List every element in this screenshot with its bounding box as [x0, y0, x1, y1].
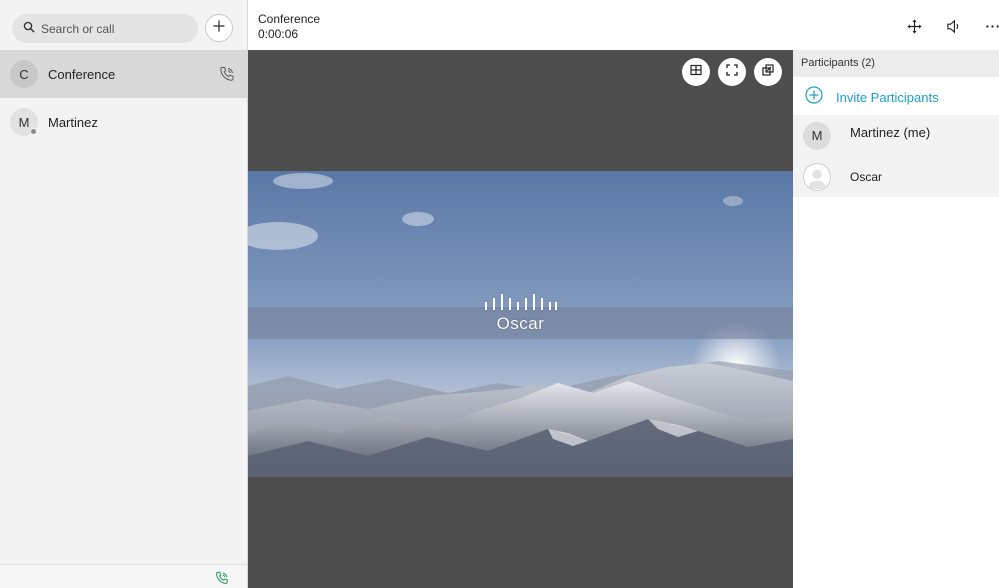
participants-panel-title: Participants (2)	[793, 50, 999, 77]
phone-icon[interactable]	[219, 66, 235, 82]
participant-video: Oscar	[248, 171, 793, 477]
video-stage: Oscar	[248, 50, 793, 588]
call-title: Conference	[258, 12, 321, 26]
invite-participants-button[interactable]: Invite Participants	[793, 79, 999, 115]
grid-layout-icon	[690, 63, 702, 81]
call-timer: 0:00:06	[258, 27, 299, 41]
search-input[interactable]	[41, 21, 181, 36]
avatar: M	[803, 121, 831, 150]
user-silhouette-icon	[807, 169, 827, 189]
more-icon[interactable]	[984, 18, 999, 34]
conversation-item-martinez[interactable]: M Martinez	[0, 98, 247, 146]
move-icon[interactable]	[906, 18, 922, 34]
participant-name: Oscar	[850, 169, 883, 184]
fullscreen-button[interactable]	[718, 58, 746, 86]
avatar-initial: M	[18, 114, 30, 130]
participant-row[interactable]: M Martinez (me)	[793, 115, 999, 156]
video-participant-name: Oscar	[496, 314, 545, 333]
phone-icon[interactable]	[215, 571, 229, 585]
participant-name: Martinez (me)	[850, 125, 931, 140]
add-circle-icon	[793, 85, 823, 109]
participant-row[interactable]: Oscar	[793, 156, 999, 197]
participants-panel: Participants (2) Invite Participants M M…	[793, 50, 999, 588]
avatar: C	[10, 60, 38, 88]
search-icon	[23, 20, 35, 38]
popout-icon	[762, 63, 774, 81]
cisco-logo	[485, 294, 557, 310]
sidebar-footer	[0, 564, 247, 588]
presence-dot	[30, 128, 37, 135]
sidebar: C Conference M Martinez	[0, 0, 248, 588]
conversation-name: Martinez	[48, 114, 98, 130]
app-window: C Conference M Martinez Conference 0:00:…	[0, 0, 999, 588]
fullscreen-icon	[726, 63, 738, 81]
conversation-name: Conference	[48, 66, 116, 82]
conversation-item-conference[interactable]: C Conference	[0, 50, 247, 98]
avatar: M	[10, 108, 38, 136]
grid-layout-button[interactable]	[682, 58, 710, 86]
call-header: Conference 0:00:06	[248, 0, 999, 50]
search-box[interactable]	[12, 14, 198, 43]
plus-icon	[213, 19, 225, 37]
popout-button[interactable]	[754, 58, 782, 86]
avatar	[803, 162, 831, 191]
speaker-icon[interactable]	[945, 18, 961, 34]
invite-participants-label: Invite Participants	[836, 89, 939, 105]
add-button[interactable]	[205, 14, 233, 42]
